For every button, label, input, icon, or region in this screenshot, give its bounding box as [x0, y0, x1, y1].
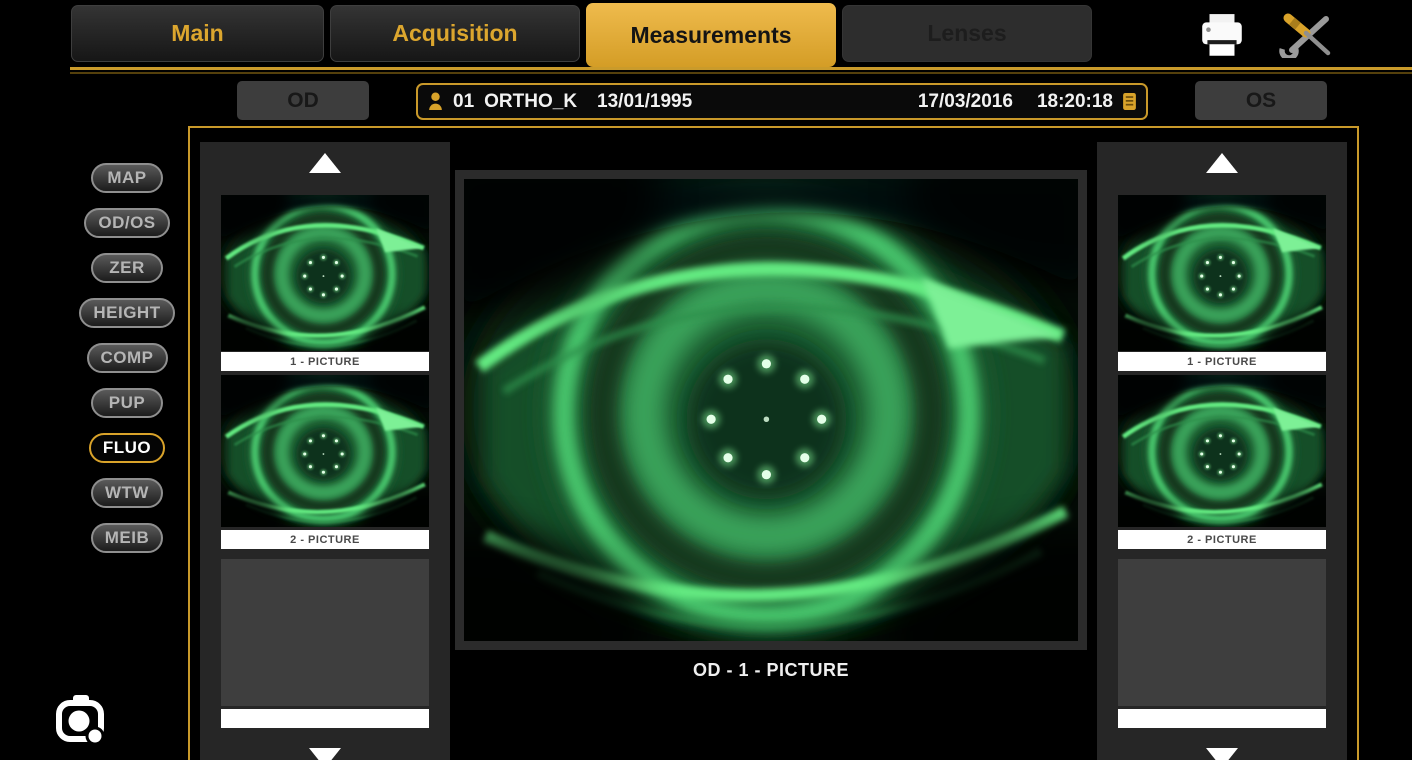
up-arrow-icon[interactable]: [309, 153, 341, 173]
camera-lens-icon[interactable]: [50, 690, 112, 748]
right-empty-slot-label: [1118, 709, 1326, 728]
eye-photo: [221, 195, 429, 351]
memo-icon: [1123, 93, 1136, 110]
left-thumbnail-1[interactable]: [221, 195, 429, 351]
sidebar-item-wtw[interactable]: WTW: [91, 478, 163, 508]
printer-icon: [1197, 12, 1247, 58]
main-image-caption: OD - 1 - PICTURE: [455, 660, 1087, 681]
sidebar-item-meib[interactable]: MEIB: [91, 523, 164, 553]
left-thumbnail-1-label: 1 - PICTURE: [221, 352, 429, 371]
right-filmstrip: 1 - PICTURE 2 - PICTURE: [1097, 142, 1347, 760]
exam-time: 18:20:18: [1037, 91, 1113, 113]
eye-photo: [1118, 375, 1326, 527]
left-empty-slot-label: [221, 709, 429, 728]
app-root: Main Acquisition Measurements Lenses OD …: [0, 0, 1412, 760]
patient-id: 01: [453, 91, 474, 113]
tab-measurements[interactable]: Measurements: [586, 3, 836, 67]
os-eye-button[interactable]: OS: [1195, 81, 1327, 120]
down-arrow-icon[interactable]: [309, 748, 341, 760]
exam-date: 17/03/2016: [918, 91, 1013, 113]
main-fluorescein-image: [455, 170, 1087, 650]
tab-lenses[interactable]: Lenses: [842, 5, 1092, 62]
eye-photo: [221, 375, 429, 527]
wrench-screwdriver-icon: [1276, 12, 1338, 58]
sidebar-item-pup[interactable]: PUP: [91, 388, 163, 418]
sidebar-item-zer[interactable]: ZER: [91, 253, 163, 283]
measurement-mode-sidebar: MAP OD/OS ZER HEIGHT COMP PUP FLUO WTW M…: [64, 163, 190, 553]
patient-info-bar[interactable]: 01 ORTHO_K 13/01/1995 17/03/2016 18:20:1…: [416, 83, 1148, 120]
tab-main[interactable]: Main: [71, 5, 324, 62]
eye-photo: [1118, 195, 1326, 351]
patient-birth-date: 13/01/1995: [597, 91, 692, 113]
sidebar-item-fluo[interactable]: FLUO: [89, 433, 165, 463]
patient-name: ORTHO_K: [484, 91, 577, 113]
tab-acquisition[interactable]: Acquisition: [330, 5, 580, 62]
od-eye-button[interactable]: OD: [237, 81, 369, 120]
tabbar-accent-line-shadow: [70, 72, 1412, 74]
person-icon: [428, 92, 443, 111]
left-empty-slot: [221, 559, 429, 706]
right-thumbnail-1[interactable]: [1118, 195, 1326, 351]
left-filmstrip: 1 - PICTURE 2 - PICTURE: [200, 142, 450, 760]
print-button[interactable]: [1197, 12, 1247, 58]
tabbar-accent-line: [70, 67, 1412, 70]
right-empty-slot: [1118, 559, 1326, 706]
settings-tools-button[interactable]: [1276, 12, 1338, 58]
up-arrow-icon[interactable]: [1206, 153, 1238, 173]
sidebar-item-height[interactable]: HEIGHT: [79, 298, 174, 328]
right-thumbnail-1-label: 1 - PICTURE: [1118, 352, 1326, 371]
right-thumbnail-2-label: 2 - PICTURE: [1118, 530, 1326, 549]
left-thumbnail-2[interactable]: [221, 375, 429, 527]
eye-photo-large: [464, 179, 1078, 641]
down-arrow-icon[interactable]: [1206, 748, 1238, 760]
sidebar-item-comp[interactable]: COMP: [87, 343, 168, 373]
right-thumbnail-2[interactable]: [1118, 375, 1326, 527]
left-thumbnail-2-label: 2 - PICTURE: [221, 530, 429, 549]
sidebar-item-map[interactable]: MAP: [91, 163, 163, 193]
sidebar-item-od-os[interactable]: OD/OS: [84, 208, 169, 238]
